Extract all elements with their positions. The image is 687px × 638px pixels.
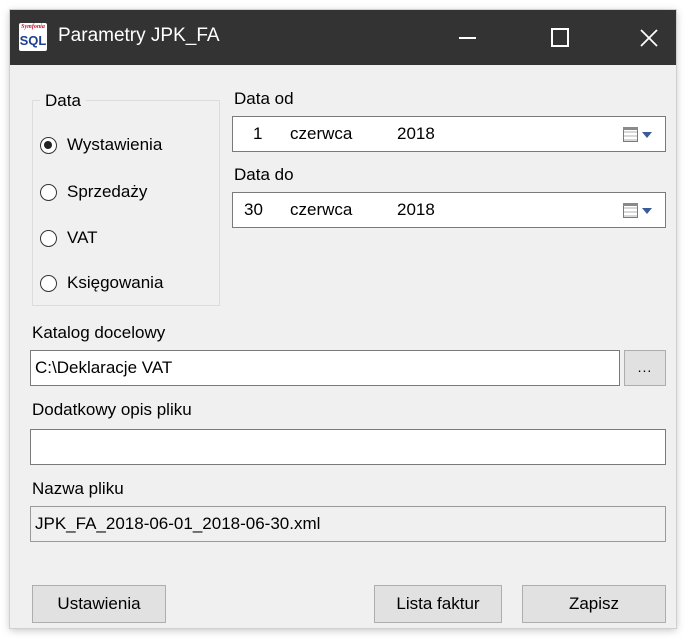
dialog-window: Symfonia SQL Parametry JPK_FA Data Wysta… (10, 10, 676, 628)
radio-label: Sprzedaży (67, 182, 148, 201)
save-button[interactable]: Zapisz (522, 585, 666, 623)
date-to-year[interactable]: 2018 (397, 200, 435, 220)
maximize-button[interactable] (529, 10, 587, 65)
minimize-button[interactable] (438, 10, 496, 65)
date-from-month[interactable]: czerwca (290, 124, 352, 144)
close-icon (640, 29, 658, 47)
invoice-list-button-label: Lista faktur (396, 594, 480, 613)
radio-label: VAT (67, 228, 98, 247)
date-from-day[interactable]: 1 (253, 124, 262, 144)
browse-button[interactable]: ... (624, 350, 666, 386)
date-to-picker[interactable]: 30 czerwca 2018 (232, 192, 666, 228)
file-name-field: JPK_FA_2018-06-01_2018-06-30.xml (30, 506, 666, 542)
file-name-label: Nazwa pliku (32, 479, 124, 498)
date-from-picker[interactable]: 1 czerwca 2018 (232, 116, 666, 152)
radio-icon-selected[interactable] (40, 136, 57, 154)
settings-button-label: Ustawienia (57, 594, 141, 613)
radio-wystawienia[interactable]: Wystawienia (40, 133, 162, 157)
minimize-icon (459, 37, 476, 39)
extra-desc-input[interactable] (30, 429, 666, 465)
radio-vat[interactable]: VAT (40, 226, 98, 250)
target-dir-input[interactable]: C:\Deklaracje VAT (30, 350, 620, 386)
window-title: Parametry JPK_FA (58, 25, 220, 46)
chevron-down-icon (642, 132, 652, 138)
calendar-icon (623, 203, 638, 218)
extra-desc-label: Dodatkowy opis pliku (32, 400, 192, 419)
target-dir-label: Katalog docelowy (32, 323, 166, 342)
radio-icon[interactable] (40, 274, 57, 292)
date-type-legend: Data (40, 91, 86, 111)
date-to-month[interactable]: czerwca (290, 200, 352, 220)
browse-button-label: ... (637, 359, 653, 375)
chevron-down-icon (642, 208, 652, 214)
settings-button[interactable]: Ustawienia (32, 585, 166, 623)
title-bar[interactable]: Symfonia SQL Parametry JPK_FA (10, 10, 676, 65)
radio-icon[interactable] (40, 229, 57, 247)
app-icon-text: SQL (19, 33, 47, 48)
radio-label: Księgowania (67, 273, 164, 292)
date-to-label: Data do (234, 165, 294, 184)
close-button[interactable] (620, 10, 678, 65)
date-from-year[interactable]: 2018 (397, 124, 435, 144)
radio-icon[interactable] (40, 183, 57, 201)
date-from-label: Data od (234, 89, 294, 108)
app-icon-brand: Symfonia (21, 24, 45, 30)
invoice-list-button[interactable]: Lista faktur (374, 585, 502, 623)
date-to-dropdown-button[interactable] (623, 201, 659, 221)
date-from-dropdown-button[interactable] (623, 125, 659, 145)
maximize-icon (551, 28, 569, 47)
radio-label: Wystawienia (67, 135, 163, 154)
radio-ksiegowania[interactable]: Księgowania (40, 271, 163, 295)
radio-sprzedazy[interactable]: Sprzedaży (40, 180, 147, 204)
app-icon: Symfonia SQL (19, 23, 47, 51)
date-to-day[interactable]: 30 (244, 200, 263, 220)
calendar-icon (623, 127, 638, 142)
save-button-label: Zapisz (568, 594, 620, 613)
